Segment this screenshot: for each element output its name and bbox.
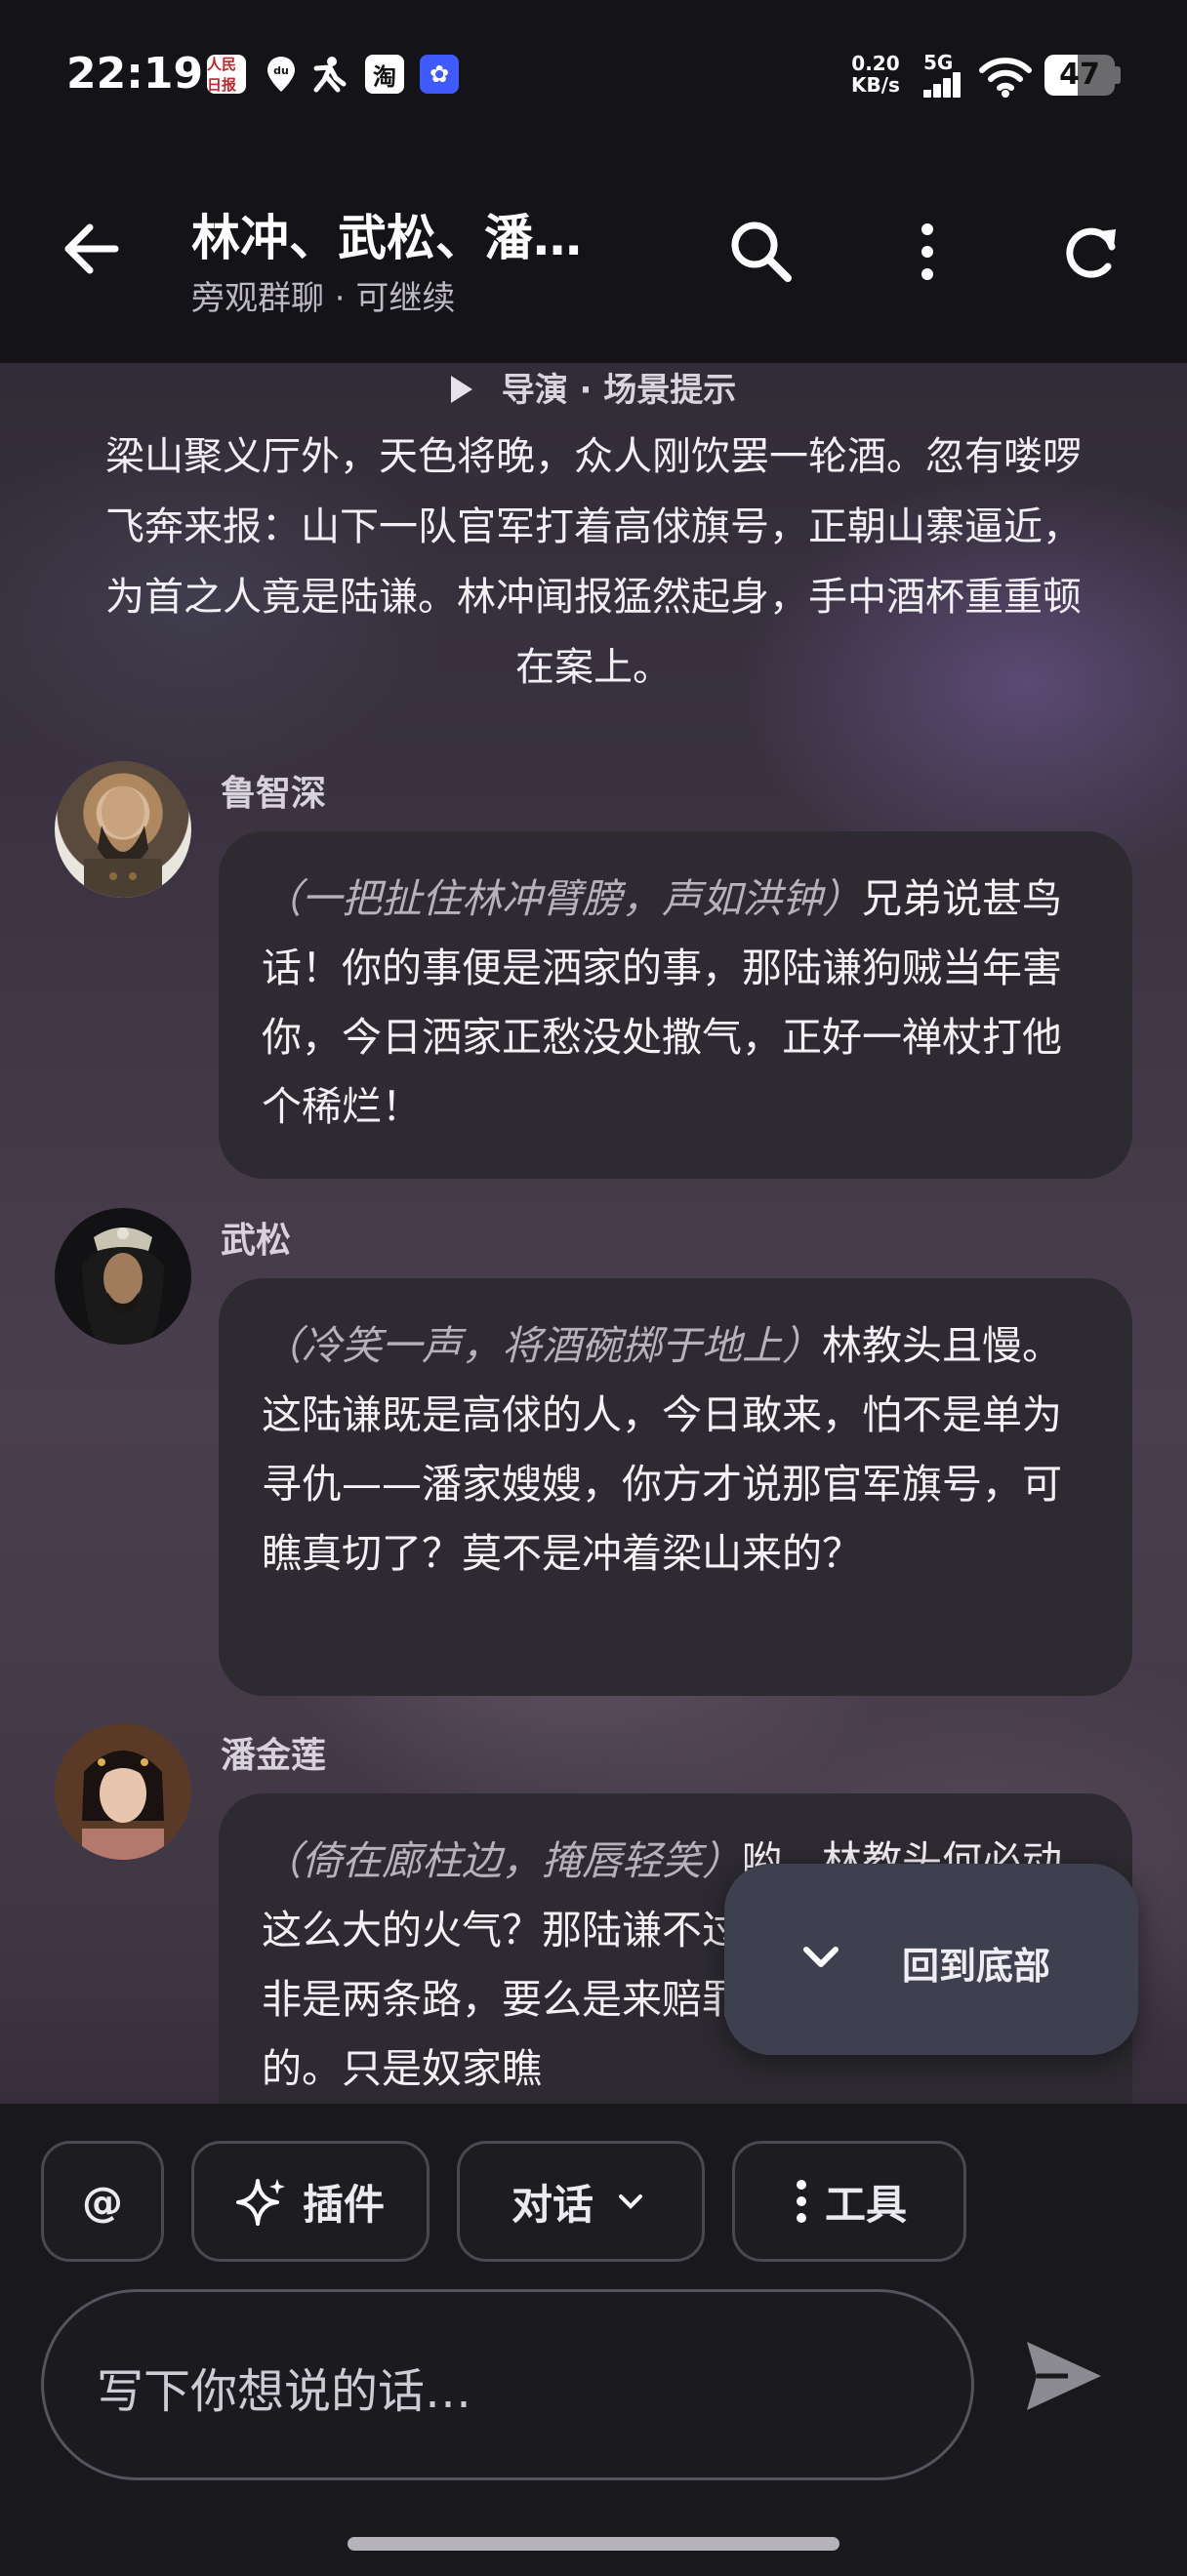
tools-button[interactable]: 工具 xyxy=(732,2141,966,2262)
dialogue-mode-dropdown[interactable]: 对话 xyxy=(457,2141,705,2262)
people-daily-app-icon: 人民日报 xyxy=(207,55,246,94)
taobao-app-icon: 淘 xyxy=(365,55,404,94)
refresh-button[interactable] xyxy=(1054,215,1128,289)
director-hint-label: 导演 · 场景提示 xyxy=(501,371,737,410)
more-vert-icon xyxy=(921,223,933,280)
play-triangle-icon xyxy=(450,375,472,403)
chat-title[interactable]: 林冲、武松、潘… xyxy=(191,199,660,269)
more-vert-icon xyxy=(796,2180,806,2223)
network-speed-unit: KB/s xyxy=(851,73,900,97)
more-options-button[interactable] xyxy=(890,215,964,289)
plugins-button[interactable]: 插件 xyxy=(191,2141,430,2262)
battery-tip xyxy=(1115,66,1121,84)
avatar-lu-zhishen[interactable] xyxy=(55,761,191,898)
avatar-wu-song[interactable] xyxy=(55,1208,191,1345)
message-action: （一把扯住林冲臂膀，声如洪钟） xyxy=(262,875,862,922)
message-action: （倚在廊柱边，掩唇轻笑） xyxy=(262,1837,742,1884)
search-button[interactable] xyxy=(724,215,798,289)
baidu-map-pin-label: du xyxy=(273,64,289,77)
baidu-map-pin-icon: du xyxy=(262,55,301,94)
chevron-down-icon xyxy=(619,2194,642,2209)
scroll-to-bottom-label: 回到底部 xyxy=(902,1945,1051,1988)
runner-app-icon xyxy=(308,55,348,94)
sparkle-icon xyxy=(235,2179,285,2226)
speaker-name: 潘金莲 xyxy=(221,1736,327,1776)
dialogue-mode-label: 对话 xyxy=(511,2180,594,2229)
message-action: （冷笑一声，将酒碗掷于地上） xyxy=(262,1322,822,1369)
plugins-label: 插件 xyxy=(302,2180,385,2229)
signal-strength-icon xyxy=(923,72,966,98)
clock: 22:19 xyxy=(66,49,204,99)
chevron-down-icon xyxy=(803,1947,839,1967)
avatar-pan-jinlian[interactable] xyxy=(55,1723,191,1860)
battery-level: 47 xyxy=(1059,58,1100,92)
director-scene-text: 梁山聚义厅外，天色将晚，众人刚饮罢一轮酒。忽有喽啰飞奔来报：山下一队官军打着高俅… xyxy=(105,434,1082,690)
speaker-name: 鲁智深 xyxy=(221,774,327,814)
baidu-netdisk-app-icon-label: ✿ xyxy=(429,60,450,88)
battery-icon: 47 xyxy=(1044,55,1115,96)
tools-label: 工具 xyxy=(824,2180,907,2229)
status-bar: 22:19 人民日报 du 淘 ✿ 0.20 KB/s 5G 47 xyxy=(0,0,1187,146)
chat-header: 林冲、武松、潘… 旁观群聊 · 可继续 xyxy=(0,146,1187,363)
baidu-netdisk-app-icon: ✿ xyxy=(420,55,459,94)
send-icon[interactable] xyxy=(1019,2332,1107,2420)
message-input-placeholder: 写下你想说的话… xyxy=(97,2364,472,2419)
refresh-icon xyxy=(1066,227,1116,278)
network-speed: 0.20 KB/s xyxy=(851,53,900,96)
mention-button[interactable]: @ xyxy=(41,2141,164,2262)
director-hint-toggle[interactable]: 导演 · 场景提示 xyxy=(0,363,1187,411)
message-bubble[interactable]: （一把扯住林冲臂膀，声如洪钟）兄弟说甚鸟话！你的事便是洒家的事，那陆谦狗贼当年害… xyxy=(219,831,1132,1179)
speaker-name: 武松 xyxy=(221,1221,292,1261)
back-arrow-icon xyxy=(64,223,119,274)
search-icon xyxy=(731,221,792,282)
network-type: 5G xyxy=(923,51,954,74)
chat-subtitle: 旁观群聊 · 可继续 xyxy=(191,279,456,318)
network-speed-value: 0.20 xyxy=(851,52,900,75)
scroll-to-bottom-button[interactable]: 回到底部 xyxy=(724,1864,1138,2055)
message-bubble[interactable]: （冷笑一声，将酒碗掷于地上）林教头且慢。这陆谦既是高俅的人，今日敢来，怕不是单为… xyxy=(219,1278,1132,1696)
mention-label: @ xyxy=(82,2177,123,2226)
back-button[interactable] xyxy=(59,215,127,283)
people-daily-app-icon-label: 人民日报 xyxy=(207,56,237,94)
message-input[interactable]: 写下你想说的话… xyxy=(41,2289,974,2480)
composer-panel: @ 插件 对话 工具 写下你想说的话… xyxy=(0,2104,1187,2576)
taobao-app-icon-label: 淘 xyxy=(373,62,396,91)
wifi-icon xyxy=(979,58,1032,98)
home-indicator[interactable] xyxy=(348,2537,839,2551)
